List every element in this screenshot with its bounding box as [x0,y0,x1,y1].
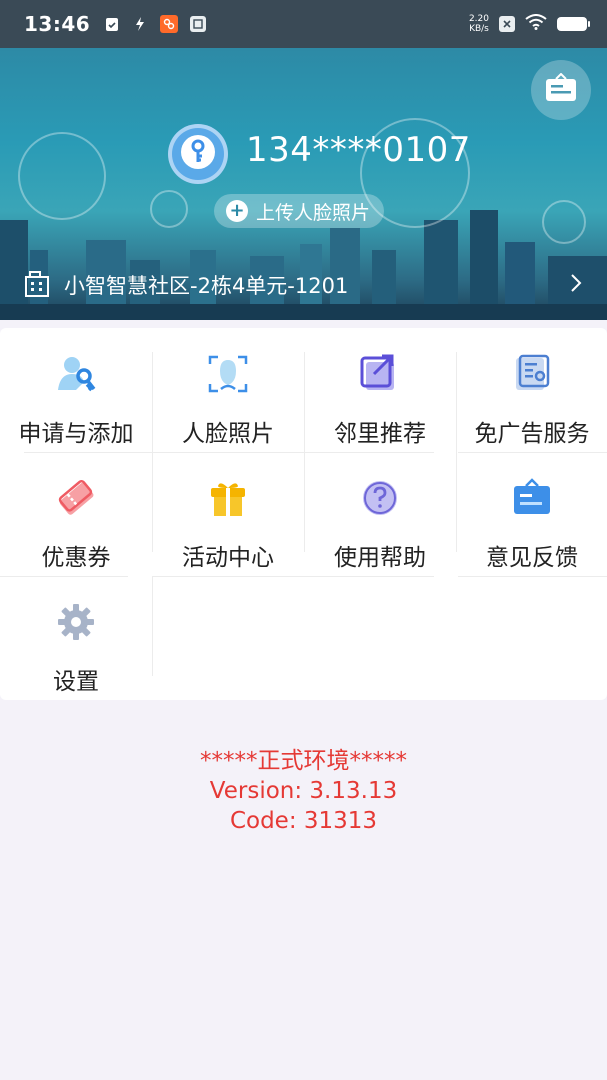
menu-label: 免广告服务 [474,421,590,447]
certificate-icon [510,352,554,396]
avatar[interactable] [168,124,228,184]
notice-board-icon [544,72,578,107]
environment-info: *****正式环境***** Version: 3.13.13 Code: 31… [0,746,607,836]
menu-label: 申请与添加 [18,421,134,447]
network-speed-value: 2.20 [468,14,489,24]
menu-label: 使用帮助 [334,545,426,571]
status-right: 2.20 KB/s [469,14,590,34]
chevron-right-icon [569,270,583,300]
notice-board-button[interactable] [531,60,591,120]
upload-face-photo-button[interactable]: + 上传人脸照片 [214,194,385,228]
menu-label: 人脸照片 [182,421,274,447]
community-address: 小智智慧社区-2栋4单元-1201 [64,274,349,298]
status-notification-icons [104,15,207,33]
menu-label: 优惠券 [41,545,111,571]
menu-item-feedback[interactable]: 意见反馈 [456,452,607,576]
menu-item-ad-free-service[interactable]: 免广告服务 [456,328,607,452]
grid-divider [152,576,434,577]
coupon-icon [54,476,98,520]
profile-header: 134****0107 + 上传人脸照片 小智智慧社区-2栋4单元-1201 [0,48,607,320]
wifi-icon [525,14,547,34]
face-scan-icon [206,352,250,396]
no-sim-icon [499,16,515,32]
building-icon [24,269,50,302]
app-notification-icon [160,15,179,33]
feedback-board-icon [510,476,554,520]
status-time: 13:46 [24,12,91,36]
key-avatar-icon [180,134,216,174]
menu-label: 设置 [53,669,99,695]
battery-icon [557,17,590,31]
grid-divider [458,576,607,577]
menu-label: 邻里推荐 [334,421,426,447]
environment-label: *****正式环境***** [200,748,407,774]
menu-item-activity-center[interactable]: 活动中心 [152,452,304,576]
status-bar: 13:46 2.20 KB/s [0,0,607,48]
data-usage-icon [132,16,148,32]
menu-item-settings[interactable]: 设置 [0,576,152,700]
small-circle-decoration [150,190,188,228]
function-menu-grid: 申请与添加 人脸照片 邻里推荐 免广告服务 优惠券 活动中心 使用帮助 意见反馈… [0,328,607,700]
menu-item-apply-add[interactable]: 申请与添加 [0,328,152,452]
network-speed: 2.20 KB/s [469,14,489,34]
share-icon [358,352,402,396]
menu-item-coupon[interactable]: 优惠券 [0,452,152,576]
help-icon [358,476,402,520]
app-notification-2-icon [190,16,207,32]
menu-label: 活动中心 [182,545,274,571]
address-row[interactable]: 小智智慧社区-2栋4单元-1201 [0,260,607,310]
network-speed-unit: KB/s [469,24,489,34]
menu-item-help[interactable]: 使用帮助 [304,452,456,576]
menu-item-face-photo[interactable]: 人脸照片 [152,328,304,452]
plus-icon: + [226,200,248,222]
clipboard-check-icon [104,16,120,32]
version-label: Version: 3.13.13 [209,778,398,804]
grid-divider [152,576,153,676]
menu-label: 意见反馈 [486,545,578,571]
menu-item-neighbor-recommend[interactable]: 邻里推荐 [304,328,456,452]
truck-circle-decoration [542,200,586,244]
phone-circle-decoration [18,132,106,220]
phone-number: 134****0107 [246,130,471,170]
gift-icon [206,476,250,520]
gear-icon [54,600,98,644]
code-label: Code: 31313 [229,808,378,834]
upload-face-photo-label: 上传人脸照片 [256,201,371,224]
key-person-icon [54,352,98,396]
